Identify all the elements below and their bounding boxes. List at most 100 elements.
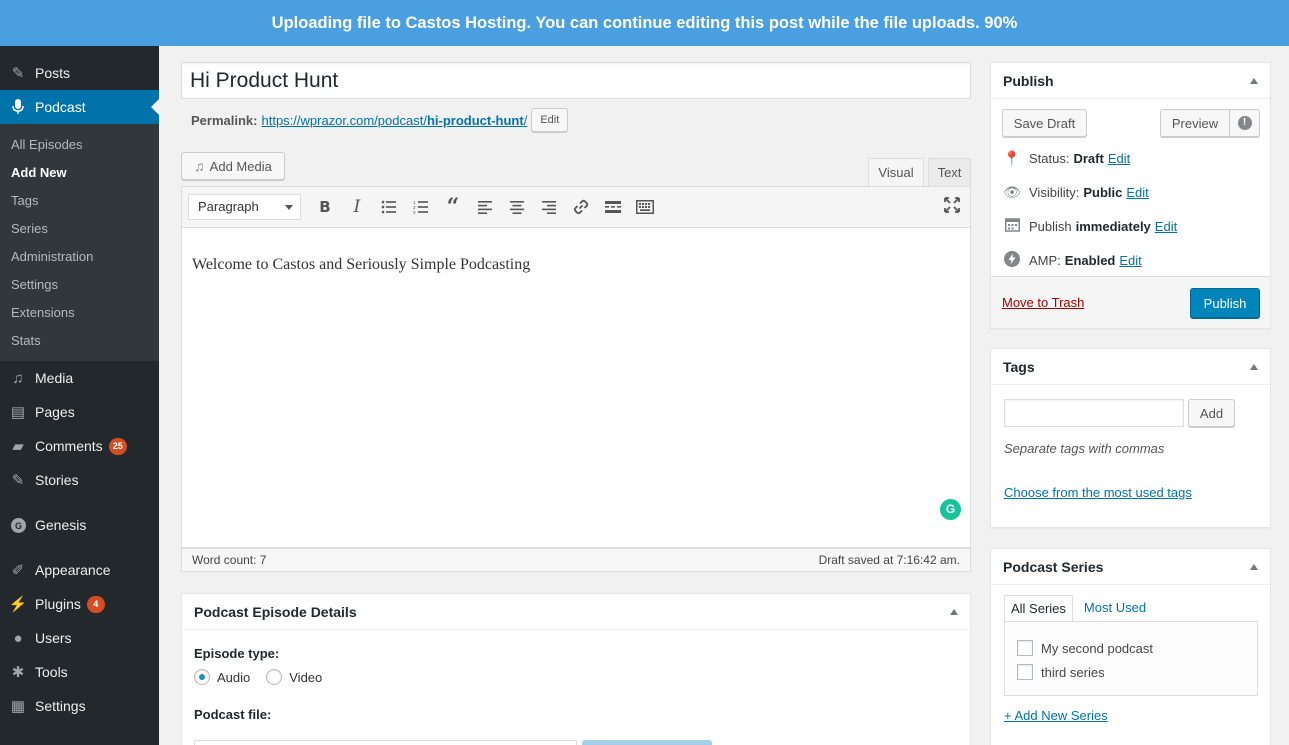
editor-content-area[interactable]: Welcome to Castos and Seriously Simple P… (181, 228, 971, 548)
submenu-add-new[interactable]: Add New (0, 159, 159, 187)
podcast-series-box: Podcast Series All Series Most Used My s… (990, 548, 1271, 745)
collapse-arrow-icon[interactable] (1250, 563, 1258, 570)
sidebar-item-tools[interactable]: ✱ Tools (0, 655, 159, 689)
sidebar-item-plugins[interactable]: ⚡ Plugins 4 (0, 587, 159, 621)
align-right-icon[interactable] (533, 193, 565, 221)
tags-box-header[interactable]: Tags (991, 349, 1270, 385)
tab-text[interactable]: Text (928, 158, 971, 187)
episode-type-radios: Audio Video (194, 669, 338, 685)
banner-percent: 90% (984, 14, 1018, 32)
submenu-all-episodes[interactable]: All Episodes (0, 131, 159, 159)
bullet-list-icon[interactable] (373, 193, 405, 221)
numbered-list-icon[interactable]: 123 (405, 193, 437, 221)
banner-message: Uploading file to Castos Hosting. You ca… (271, 14, 980, 32)
svg-text:3: 3 (413, 210, 416, 214)
sidebar-item-comments[interactable]: ▰ Comments 25 (0, 429, 159, 463)
pages-icon: ▤ (10, 404, 26, 421)
edit-status-link[interactable]: Edit (1108, 151, 1130, 166)
permalink-row: Permalink: https://wprazor.com/podcast/h… (191, 108, 569, 132)
sidebar-item-stories[interactable]: ✎ Stories (0, 463, 159, 497)
series-checkbox[interactable] (1017, 640, 1033, 656)
blockquote-icon[interactable]: “ (437, 193, 469, 221)
bold-icon[interactable]: B (309, 193, 341, 221)
link-icon[interactable] (565, 193, 597, 221)
tab-most-used[interactable]: Most Used (1073, 595, 1152, 622)
move-to-trash-link[interactable]: Move to Trash (1002, 295, 1084, 310)
series-checkbox[interactable] (1017, 664, 1033, 680)
submenu-stats[interactable]: Stats (0, 327, 159, 355)
editor-toolbar: Paragraph B I 123 “ (181, 186, 971, 228)
pin-icon: ✎ (11, 472, 25, 489)
series-tabs: All Series Most Used (1004, 595, 1152, 622)
submenu-series[interactable]: Series (0, 215, 159, 243)
sidebar-item-label: Podcast (35, 99, 86, 115)
align-center-icon[interactable] (501, 193, 533, 221)
read-more-icon[interactable] (597, 193, 629, 221)
sidebar-item-podcast[interactable]: Podcast (0, 90, 159, 124)
fullscreen-icon[interactable] (944, 197, 960, 218)
radio-video[interactable] (266, 669, 283, 685)
permalink-edit-button[interactable]: Edit (531, 108, 569, 132)
sidebar-item-media[interactable]: ♫ Media (0, 361, 159, 395)
plug-icon: ⚡ (8, 596, 28, 613)
edit-visibility-link[interactable]: Edit (1126, 185, 1148, 200)
sidebar-item-label: Pages (35, 404, 75, 420)
sidebar-item-settings[interactable]: ▦ Settings (0, 689, 159, 723)
format-select[interactable]: Paragraph (188, 194, 301, 220)
collapse-arrow-icon[interactable] (1250, 77, 1258, 84)
tag-input[interactable] (1004, 399, 1184, 427)
edit-amp-link[interactable]: Edit (1119, 253, 1141, 268)
align-left-icon[interactable] (469, 193, 501, 221)
sidebar-item-posts[interactable]: ✎ Posts (0, 56, 159, 90)
sidebar-item-label: Tools (35, 664, 68, 680)
save-draft-button[interactable]: Save Draft (1002, 109, 1087, 137)
pin-icon: 📍 (1003, 149, 1021, 166)
upload-file-button[interactable] (582, 740, 712, 745)
sidebar-item-pages[interactable]: ▤ Pages (0, 395, 159, 429)
post-title-input[interactable]: Hi Product Hunt (181, 62, 971, 99)
preview-button[interactable]: Preview (1160, 109, 1230, 137)
pin-icon: ✎ (11, 65, 25, 82)
microphone-icon (9, 98, 27, 116)
episode-box-header[interactable]: Podcast Episode Details (182, 594, 970, 630)
editor-paragraph: Welcome to Castos and Seriously Simple P… (192, 256, 531, 273)
submenu-administration[interactable]: Administration (0, 243, 159, 271)
tab-visual[interactable]: Visual (868, 158, 924, 187)
sidebar-item-users[interactable]: ● Users (0, 621, 159, 655)
tab-all-series[interactable]: All Series (1004, 595, 1073, 622)
publish-button[interactable]: Publish (1190, 288, 1260, 318)
italic-icon[interactable]: I (341, 193, 373, 221)
collapse-arrow-icon[interactable] (1250, 363, 1258, 370)
tags-box: Tags Add Separate tags with commas Choos… (990, 348, 1271, 528)
comment-icon: ▰ (12, 438, 24, 455)
preview-dropdown-button[interactable]: ! (1229, 109, 1260, 137)
sliders-icon: ▦ (10, 698, 26, 715)
add-new-series-link[interactable]: + Add New Series (1004, 708, 1108, 723)
edit-schedule-link[interactable]: Edit (1155, 219, 1177, 234)
publish-box-header[interactable]: Publish (991, 63, 1270, 99)
submenu-extensions[interactable]: Extensions (0, 299, 159, 327)
collapse-arrow-icon[interactable] (950, 608, 958, 615)
eye-icon: 👁 (1003, 183, 1021, 200)
sidebar-item-genesis[interactable]: G Genesis (0, 508, 159, 542)
visibility-row: 👁 Visibility: Public Edit (1003, 183, 1149, 200)
grammarly-icon[interactable]: G (940, 499, 961, 520)
add-tag-button[interactable]: Add (1188, 399, 1235, 427)
sidebar-item-appearance[interactable]: ✐ Appearance (0, 553, 159, 587)
series-box-header[interactable]: Podcast Series (991, 549, 1270, 585)
choose-most-used-tags-link[interactable]: Choose from the most used tags (1004, 485, 1192, 500)
submenu-settings[interactable]: Settings (0, 271, 159, 299)
publish-major-actions: Move to Trash Publish (991, 276, 1270, 328)
keyboard-icon[interactable] (629, 193, 661, 221)
podcast-file-input[interactable] (194, 740, 577, 745)
add-media-button[interactable]: ♫ Add Media (181, 152, 285, 180)
radio-audio[interactable] (194, 669, 210, 685)
permalink-link[interactable]: https://wprazor.com/podcast/hi-product-h… (261, 113, 527, 128)
brush-icon: ✐ (11, 562, 25, 579)
radio-video-label: Video (289, 669, 323, 685)
submenu-tags[interactable]: Tags (0, 187, 159, 215)
radio-audio-label: Audio (217, 669, 251, 685)
status-row: 📍 Status: Draft Edit (1003, 149, 1131, 166)
media-icon: ♫ (194, 158, 205, 174)
episode-type-label: Episode type: (194, 646, 280, 661)
